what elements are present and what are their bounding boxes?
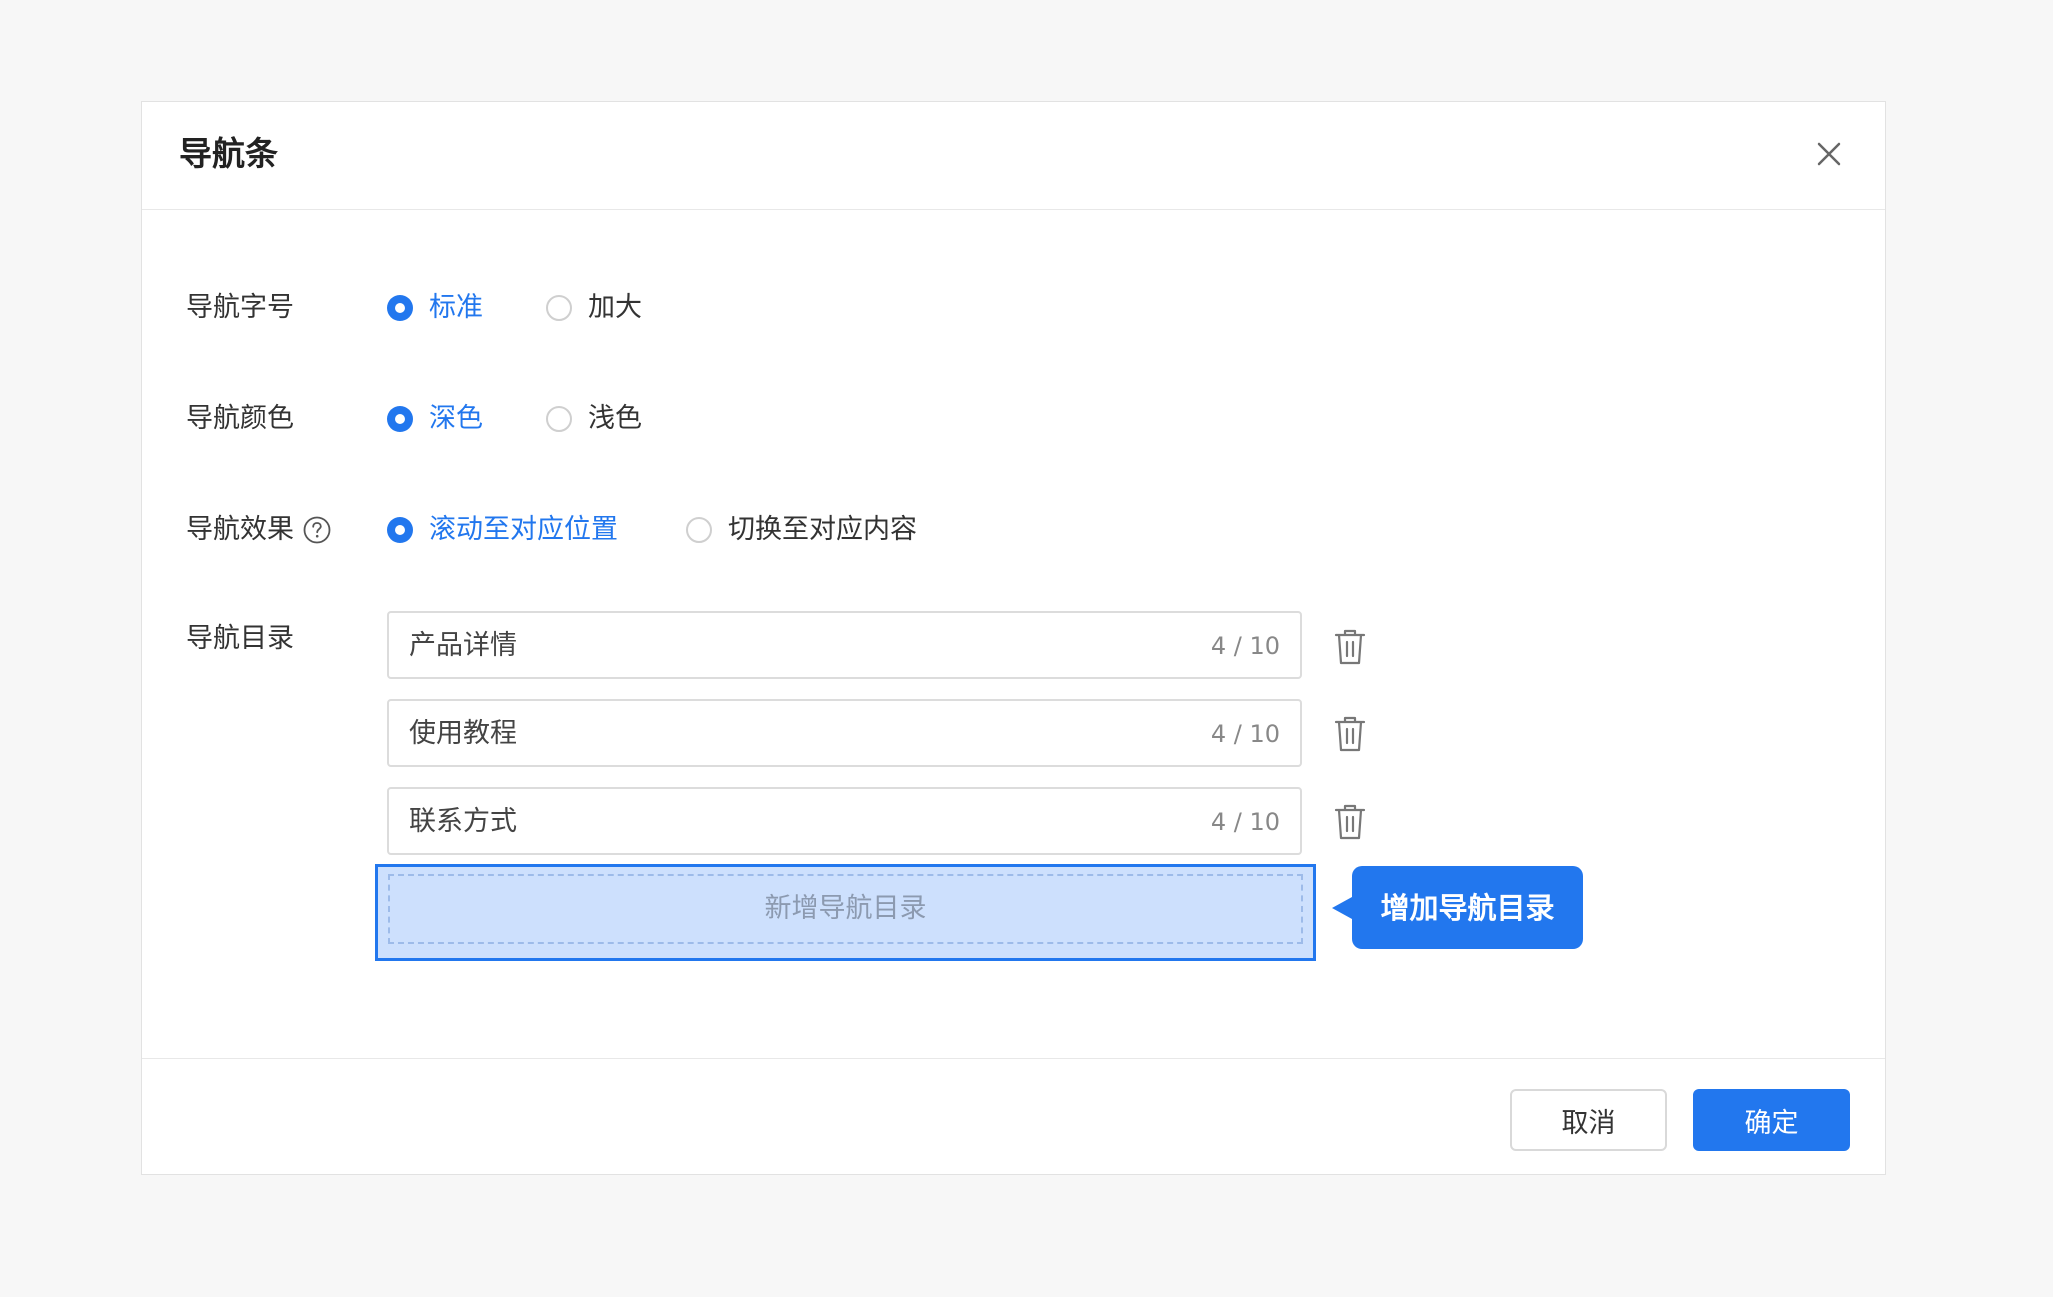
radio-unchecked-icon xyxy=(686,517,712,543)
radio-label: 加大 xyxy=(588,292,642,323)
question-circle-icon[interactable] xyxy=(302,515,332,545)
nav-color-label-text: 导航颜色 xyxy=(186,403,294,434)
dialog-title: 导航条 xyxy=(179,134,278,173)
char-count: 4 / 10 xyxy=(1210,720,1280,748)
nav-directory-label-text: 导航目录 xyxy=(186,623,294,654)
radio-color-light[interactable]: 浅色 xyxy=(546,401,642,437)
radio-unchecked-icon xyxy=(546,406,572,432)
add-nav-item-highlight: 新增导航目录 xyxy=(375,864,1316,961)
nav-font-size-label: 导航字号 xyxy=(186,290,294,326)
close-icon[interactable] xyxy=(1813,138,1845,170)
char-count: 4 / 10 xyxy=(1210,632,1280,660)
radio-font-size-large[interactable]: 加大 xyxy=(546,290,642,326)
radio-checked-icon xyxy=(387,295,413,321)
radio-font-size-standard[interactable]: 标准 xyxy=(387,290,483,326)
nav-item-input[interactable]: 产品详情 4 / 10 xyxy=(387,611,1302,679)
nav-item-input[interactable]: 联系方式 4 / 10 xyxy=(387,787,1302,855)
dialog-footer: 取消 确定 xyxy=(142,1058,1885,1174)
dialog-header: 导航条 xyxy=(142,102,1885,210)
confirm-button[interactable]: 确定 xyxy=(1693,1089,1850,1151)
callout-text: 增加导航目录 xyxy=(1380,890,1555,925)
trash-icon[interactable] xyxy=(1332,802,1368,842)
nav-effect-label-text: 导航效果 xyxy=(186,514,294,545)
radio-color-dark[interactable]: 深色 xyxy=(387,401,483,437)
nav-item-value: 联系方式 xyxy=(409,806,517,837)
cancel-button[interactable]: 取消 xyxy=(1510,1089,1667,1151)
radio-label: 深色 xyxy=(429,403,483,434)
radio-checked-icon xyxy=(387,406,413,432)
radio-checked-icon xyxy=(387,517,413,543)
radio-label: 滚动至对应位置 xyxy=(429,514,618,545)
radio-label: 标准 xyxy=(429,292,483,323)
radio-unchecked-icon xyxy=(546,295,572,321)
nav-color-label: 导航颜色 xyxy=(186,401,294,437)
navigation-bar-dialog: 导航条 导航字号 标准 加大 导航颜色 深色 浅色 导航效果 滚动至对应位置 切… xyxy=(141,101,1886,1175)
trash-icon[interactable] xyxy=(1332,627,1368,667)
nav-directory-label: 导航目录 xyxy=(186,621,294,657)
trash-icon[interactable] xyxy=(1332,714,1368,754)
char-count: 4 / 10 xyxy=(1210,808,1280,836)
add-nav-item-button[interactable]: 新增导航目录 xyxy=(388,874,1303,944)
annotation-callout: 增加导航目录 xyxy=(1332,866,1583,949)
nav-effect-label: 导航效果 xyxy=(186,512,332,548)
radio-effect-scroll[interactable]: 滚动至对应位置 xyxy=(387,512,618,548)
radio-effect-switch[interactable]: 切换至对应内容 xyxy=(686,512,917,548)
nav-item-value: 使用教程 xyxy=(409,718,517,749)
nav-item-input[interactable]: 使用教程 4 / 10 xyxy=(387,699,1302,767)
nav-font-size-label-text: 导航字号 xyxy=(186,292,294,323)
add-nav-item-label: 新增导航目录 xyxy=(764,893,927,924)
radio-label: 切换至对应内容 xyxy=(728,514,917,545)
nav-item-value: 产品详情 xyxy=(409,630,517,661)
radio-label: 浅色 xyxy=(588,403,642,434)
